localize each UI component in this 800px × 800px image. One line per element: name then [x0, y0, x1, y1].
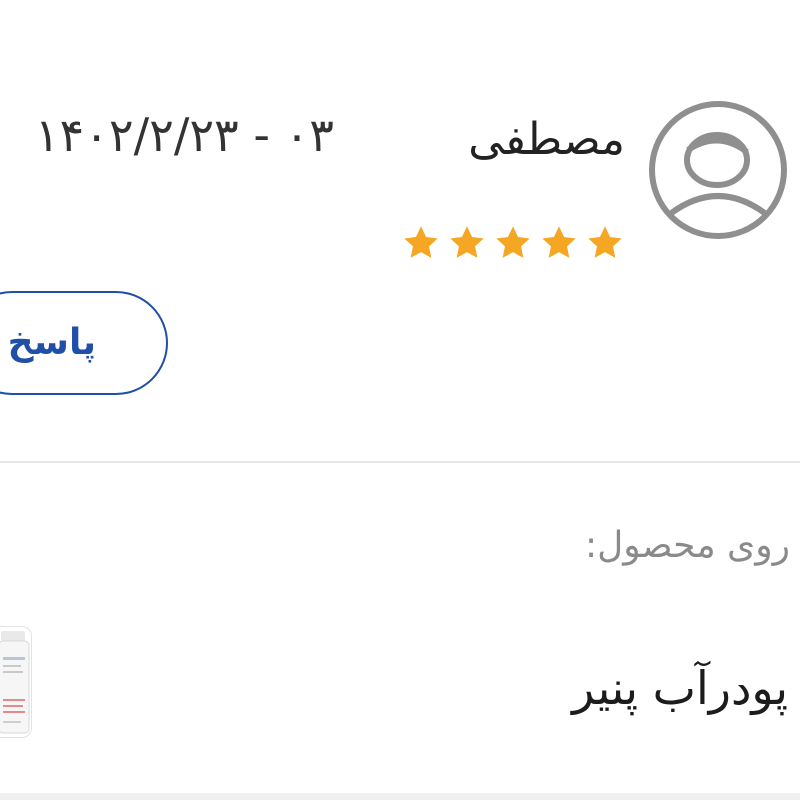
- reply-button-label: پاسخ: [7, 322, 96, 363]
- user-avatar-icon: [648, 100, 788, 240]
- bottom-divider: [0, 793, 800, 800]
- reply-button[interactable]: پاسخ: [0, 291, 168, 395]
- on-product-label: روی محصول:: [584, 525, 790, 566]
- star-icon: [588, 226, 622, 258]
- star-icon: [450, 226, 484, 258]
- product-name[interactable]: پودرآب پنیر: [572, 665, 788, 711]
- star-icon: [404, 226, 438, 258]
- product-bottle-icon[interactable]: [0, 626, 32, 738]
- star-icon: [496, 226, 530, 258]
- review-date: ۱۴۰۲/۲/۲۳ - ۰۳: [34, 108, 334, 162]
- rating-stars: [400, 222, 626, 268]
- product-section: [0, 463, 800, 800]
- review-card: مصطفی ۱۴۰۲/۲/۲۳ - ۰۳ پاسخ: [0, 0, 800, 462]
- star-icon: [542, 226, 576, 258]
- reviewer-name: مصطفی: [468, 114, 625, 165]
- review-card-page: مصطفی ۱۴۰۲/۲/۲۳ - ۰۳ پاسخ روی محصول: پود…: [0, 0, 800, 800]
